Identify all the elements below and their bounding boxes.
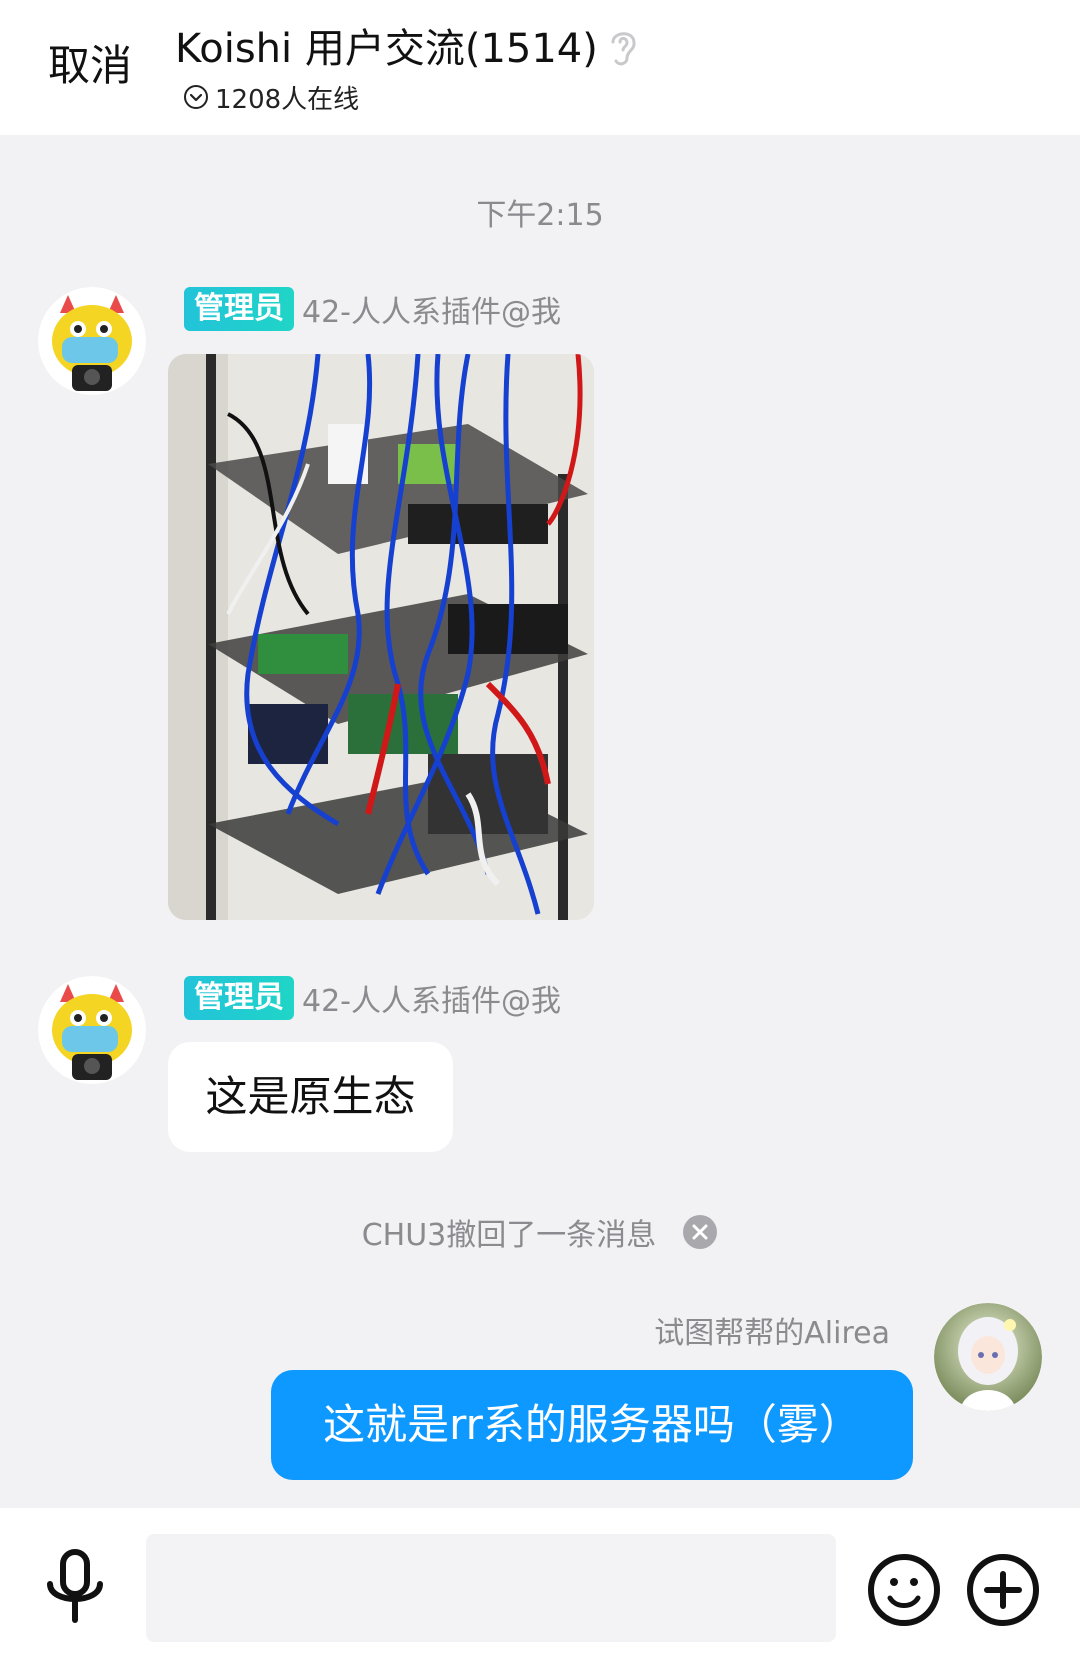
- cancel-button[interactable]: 取消: [48, 38, 132, 94]
- avatar-image: [38, 976, 146, 1084]
- avatar[interactable]: [38, 287, 146, 395]
- online-count: 1208人在线: [183, 80, 360, 115]
- emoji-icon[interactable]: [866, 1552, 942, 1628]
- composer-bar: [0, 1508, 1080, 1668]
- avatar-image: [38, 287, 146, 395]
- sender-row: 管理员 42-人人系插件@我: [184, 976, 561, 1020]
- message-bubble-own[interactable]: 这就是rr系的服务器吗（雾）: [271, 1370, 913, 1480]
- recall-text: CHU3撤回了一条消息: [361, 1218, 657, 1253]
- close-circle-icon[interactable]: [682, 1214, 718, 1250]
- sender-row: 管理员 42-人人系插件@我: [184, 287, 561, 331]
- ear-icon[interactable]: [605, 26, 641, 70]
- sender-name[interactable]: 42-人人系插件@我: [302, 976, 561, 1020]
- sender-name[interactable]: 试图帮帮的Alirea: [654, 1308, 890, 1352]
- group-title[interactable]: Koishi 用户交流(1514): [175, 22, 598, 76]
- message-input[interactable]: [146, 1534, 836, 1642]
- avatar[interactable]: [934, 1303, 1042, 1411]
- server-rack-photo: [168, 354, 594, 920]
- admin-badge: 管理员: [184, 976, 294, 1020]
- plus-circle-icon[interactable]: [965, 1552, 1041, 1628]
- recall-notice: CHU3撤回了一条消息: [0, 1210, 1080, 1254]
- message-image[interactable]: [168, 354, 594, 920]
- sender-name[interactable]: 42-人人系插件@我: [302, 287, 561, 331]
- admin-badge: 管理员: [184, 287, 294, 331]
- online-count-text: 1208人在线: [215, 84, 360, 115]
- chat-header: 取消 Koishi 用户交流(1514) 1208人在线: [0, 0, 1080, 135]
- message-bubble[interactable]: 这是原生态: [168, 1042, 453, 1152]
- message-timestamp: 下午2:15: [476, 198, 604, 233]
- avatar-image: [934, 1303, 1042, 1411]
- online-check-icon: [184, 85, 208, 109]
- microphone-icon[interactable]: [40, 1548, 110, 1628]
- avatar[interactable]: [38, 976, 146, 1084]
